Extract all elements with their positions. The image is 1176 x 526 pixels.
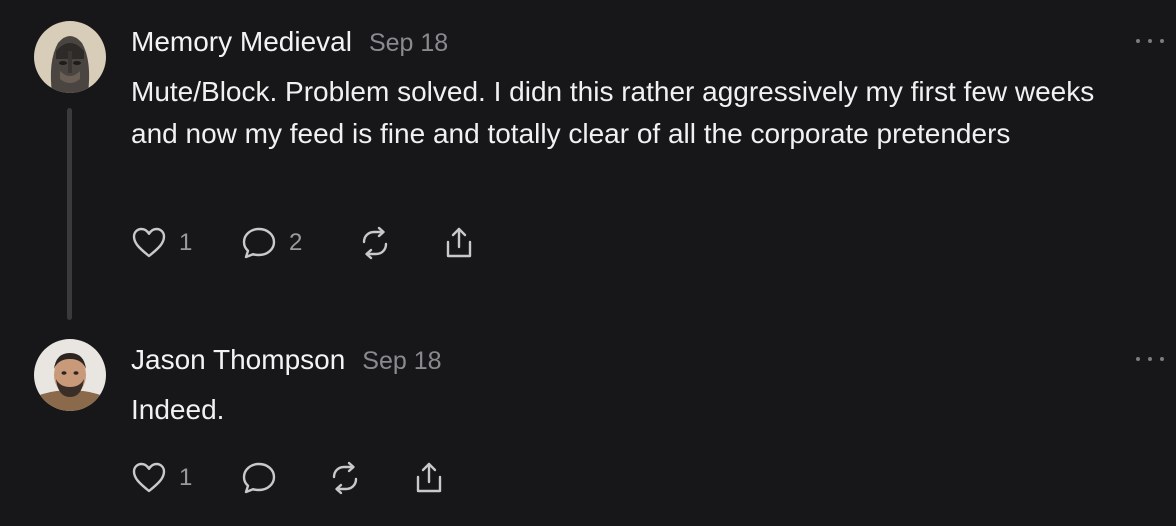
comment-icon	[242, 227, 276, 259]
heart-icon	[132, 462, 166, 493]
comment-icon	[242, 462, 276, 494]
heart-icon	[132, 227, 166, 258]
share-button[interactable]	[411, 460, 447, 496]
avatar-image	[34, 21, 106, 93]
repost-icon	[332, 461, 358, 495]
reply-button[interactable]: 2	[241, 225, 302, 261]
post-jason-thompson: Jason Thompson Sep 18 Indeed. 1	[0, 320, 1176, 526]
repost-icon	[362, 226, 388, 260]
post-text: Mute/Block. Problem solved. I didn this …	[131, 76, 1095, 149]
post-header: Memory Medieval Sep 18	[131, 26, 448, 58]
author-name[interactable]: Jason Thompson	[131, 344, 345, 376]
more-options-icon[interactable]	[1136, 35, 1164, 47]
avatar-image	[34, 339, 106, 411]
author-name[interactable]: Memory Medieval	[131, 26, 352, 58]
repost-button[interactable]	[357, 225, 393, 261]
post-date[interactable]: Sep 18	[369, 29, 448, 58]
avatar-jason-thompson[interactable]	[34, 339, 106, 411]
post-date[interactable]: Sep 18	[362, 347, 441, 376]
post-memory-medieval: Memory Medieval Sep 18 Mute/Block. Probl…	[0, 0, 1176, 320]
repost-button[interactable]	[327, 460, 363, 496]
like-button[interactable]: 1	[131, 460, 192, 496]
like-count: 1	[179, 464, 193, 491]
reply-count: 2	[289, 229, 303, 256]
like-button[interactable]: 1	[131, 225, 192, 261]
share-button[interactable]	[441, 225, 477, 261]
more-options-icon[interactable]	[1136, 353, 1164, 365]
like-count: 1	[179, 229, 193, 256]
thread-line	[67, 108, 72, 320]
share-icon	[416, 462, 442, 493]
post-actions: 1	[131, 460, 451, 500]
post-header: Jason Thompson Sep 18	[131, 344, 442, 376]
avatar-memory-medieval[interactable]	[34, 21, 106, 93]
post-actions: 1 2	[131, 225, 511, 265]
reply-button[interactable]	[241, 460, 277, 496]
share-icon	[446, 227, 472, 258]
post-text: Indeed.	[131, 394, 225, 425]
